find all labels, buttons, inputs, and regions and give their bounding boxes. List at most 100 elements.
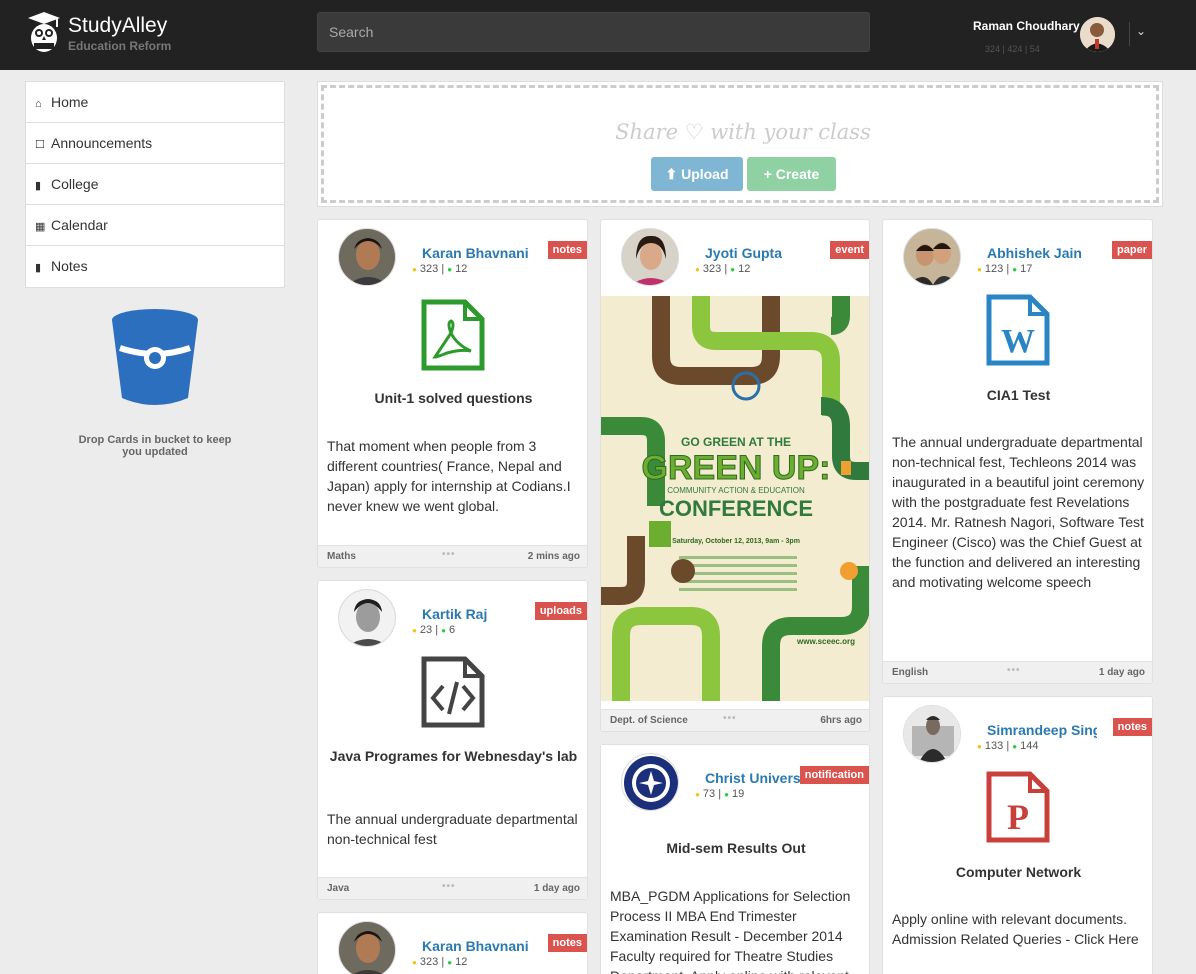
card-title[interactable]: Java Programes for Webnesday's lab — [328, 749, 579, 764]
word-file-icon: W — [986, 294, 1050, 366]
author-avatar[interactable] — [338, 228, 396, 286]
subject-label[interactable]: Maths — [327, 551, 356, 562]
timestamp: 2 mins ago — [527, 551, 580, 562]
author-avatar[interactable] — [338, 921, 396, 974]
create-button-label: Create — [775, 166, 820, 182]
category-badge[interactable]: event — [830, 241, 869, 259]
sidebar-item-home[interactable]: ⌂ Home — [26, 82, 284, 123]
poster-date: Saturday, October 12, 2013, 9am - 3pm — [672, 538, 800, 545]
more-options-icon[interactable]: ••• — [442, 549, 456, 560]
post-card[interactable]: Abhishek Jain ● 123 | ● 17 paper W CIA1 … — [882, 219, 1153, 684]
sidebar-item-label: Calendar — [51, 217, 108, 233]
post-card[interactable]: Karan Bhavnani ● 323 | ● 12 notes — [317, 912, 588, 974]
author-stats: ● 133 | ● 144 — [977, 740, 1039, 752]
more-options-icon[interactable]: ••• — [1007, 665, 1021, 676]
more-options-icon[interactable]: ••• — [442, 881, 456, 892]
sidebar-item-calendar[interactable]: ▦ Calendar — [26, 205, 284, 246]
upload-button[interactable]: ⬆ Upload — [651, 157, 743, 191]
post-card[interactable]: Simrandeep Singh ● 133 | ● 144 notes P C… — [882, 696, 1153, 974]
followers-count: 12 — [455, 956, 468, 968]
author-avatar[interactable] — [903, 228, 961, 286]
svg-text:P: P — [1007, 797, 1029, 837]
author-stats: ● 123 | ● 17 — [977, 263, 1033, 275]
bell-icon: ☐ — [35, 139, 45, 151]
bucket-hint-text: Drop Cards in bucket to keep you updated — [78, 434, 232, 458]
owl-logo-icon[interactable] — [28, 12, 60, 52]
points-count: 323 — [702, 263, 722, 275]
plus-icon: + — [763, 166, 776, 182]
brand-subtitle: Education Reform — [68, 39, 172, 53]
followers-count: 144 — [1020, 740, 1039, 752]
author-name[interactable]: Kartik Raj — [422, 606, 487, 622]
user-name[interactable]: Raman Choudhary — [973, 19, 1080, 33]
author-name[interactable]: Karan Bhavnani — [422, 938, 529, 954]
poster-artwork: GO GREEN AT THE GREEN UP: COMMUNITY ACTI… — [601, 296, 869, 701]
author-avatar[interactable] — [903, 705, 961, 763]
bucket-icon[interactable] — [110, 308, 200, 408]
more-options-icon[interactable]: ••• — [723, 713, 737, 724]
author-name[interactable]: Simrandeep Singh — [987, 722, 1097, 738]
author-avatar[interactable] — [621, 753, 679, 811]
user-avatar[interactable] — [1080, 17, 1115, 52]
event-poster-image[interactable]: GO GREEN AT THE GREEN UP: COMMUNITY ACTI… — [601, 296, 869, 701]
book-icon: ▮ — [35, 180, 42, 192]
subject-label[interactable]: Dept. of Science — [610, 715, 688, 726]
sidebar-item-announcements[interactable]: ☐ Announcements — [26, 123, 284, 164]
author-avatar[interactable] — [338, 589, 396, 647]
post-card[interactable]: Jyoti Gupta ● 323 | ● 12 event GO GREEN … — [600, 219, 870, 732]
create-button[interactable]: + Create — [747, 157, 836, 191]
share-panel: Share ♡ with your class ⬆ Upload + Creat… — [317, 81, 1163, 207]
pdf-file-icon — [421, 299, 485, 371]
share-dropzone[interactable]: Share ♡ with your class ⬆ Upload + Creat… — [321, 85, 1159, 203]
search-input[interactable] — [317, 12, 870, 52]
card-description: That moment when people from 3 different… — [327, 438, 571, 514]
subject-label[interactable]: English — [892, 667, 928, 678]
author-name[interactable]: Christ University — [705, 770, 801, 786]
sidebar-item-label: College — [51, 176, 99, 192]
author-name[interactable]: Karan Bhavnani — [422, 245, 529, 261]
category-badge[interactable]: notes — [1112, 718, 1152, 736]
card-description: MBA_PGDM Applications for Selection Proc… — [610, 888, 851, 974]
card-description: The annual undergraduate departmental no… — [892, 434, 1145, 590]
home-icon: ⌂ — [35, 98, 42, 110]
author-name[interactable]: Jyoti Gupta — [705, 245, 782, 261]
chevron-down-icon[interactable]: ⌄ — [1136, 24, 1146, 38]
top-navbar: StudyAlley Education Reform Raman Choudh… — [0, 0, 1196, 70]
category-badge[interactable]: uploads — [534, 602, 587, 620]
post-card[interactable]: Karan Bhavnani ● 323 | ● 12 notes Unit-1… — [317, 219, 588, 568]
points-count: 323 — [419, 956, 439, 968]
card-title[interactable]: CIA1 Test — [893, 388, 1144, 403]
poster-headline-conference: CONFERENCE — [659, 496, 813, 521]
sidebar-nav: ⌂ Home ☐ Announcements ▮ College ▦ Calendar … — [25, 81, 285, 288]
powerpoint-file-icon: P — [986, 771, 1050, 843]
upload-button-label: Upload — [681, 166, 729, 182]
sidebar-item-college[interactable]: ▮ College — [26, 164, 284, 205]
followers-count: 6 — [449, 624, 456, 636]
followers-count: 12 — [738, 263, 751, 275]
timestamp: 1 day ago — [1098, 667, 1145, 678]
book-icon: ▮ — [35, 262, 42, 274]
category-badge[interactable]: paper — [1112, 241, 1152, 259]
code-file-icon — [421, 656, 485, 728]
card-title[interactable]: Computer Network — [893, 865, 1144, 880]
author-stats: ● 323 | ● 12 — [412, 956, 468, 968]
card-title[interactable]: Unit-1 solved questions — [328, 391, 579, 406]
followers-count: 17 — [1020, 263, 1033, 275]
points-count: 123 — [984, 263, 1004, 275]
category-badge[interactable]: notes — [547, 241, 587, 259]
card-title[interactable]: Mid-sem Results Out — [611, 841, 861, 856]
card-footer: English ••• 1 day ago — [883, 661, 1152, 683]
sidebar-item-notes[interactable]: ▮ Notes — [26, 246, 284, 287]
points-count: 73 — [702, 788, 716, 800]
author-name[interactable]: Abhishek Jain — [987, 245, 1082, 261]
points-count: 323 — [419, 263, 439, 275]
category-badge[interactable]: notification — [799, 766, 869, 784]
subject-label[interactable]: Java — [327, 883, 349, 894]
category-badge[interactable]: notes — [547, 934, 587, 952]
post-card[interactable]: Christ University ● 73 | ● 19 notificati… — [600, 744, 870, 974]
post-card[interactable]: Kartik Raj ● 23 | ● 6 uploads Java Progr… — [317, 580, 588, 900]
author-avatar[interactable] — [621, 228, 679, 286]
card-footer: Maths ••• 2 mins ago — [318, 545, 587, 567]
brand-name[interactable]: StudyAlley — [68, 14, 167, 38]
user-stats-text: 324 | 424 | 54 — [985, 44, 1040, 54]
